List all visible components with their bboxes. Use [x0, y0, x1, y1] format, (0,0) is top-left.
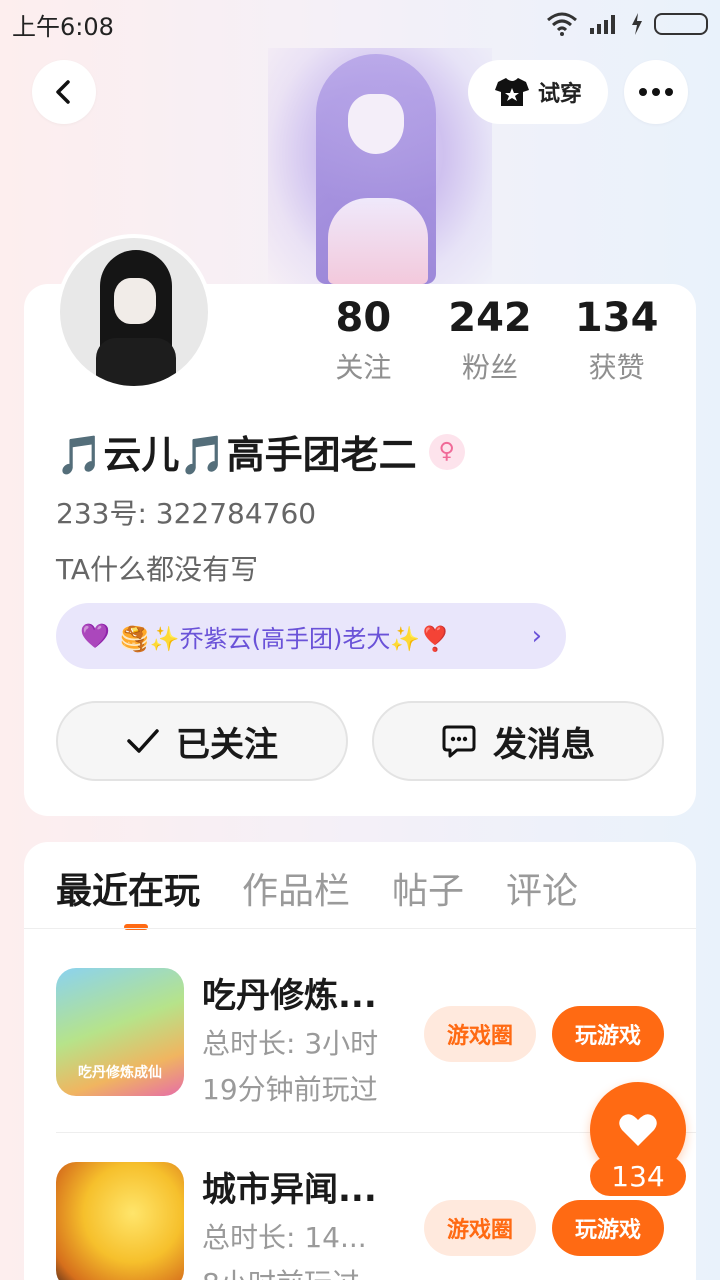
followed-label: 已关注 [176, 724, 278, 765]
stat-value: 80 [335, 295, 392, 341]
stat-followers[interactable]: 242 粉丝 [427, 294, 554, 386]
game-list-item[interactable]: 城市异闻... 总时长: 14... 8小时前玩过 游戏圈 玩游戏 [56, 1162, 676, 1280]
avatar-showcase-image [268, 48, 492, 284]
user-id: 233号: 322784760 [56, 497, 317, 530]
game-thumbnail-caption: 吃丹修炼成仙 [78, 1065, 162, 1081]
content-tabs: 最近在玩 作品栏 帖子 评论 [56, 862, 578, 914]
message-label: 发消息 [493, 724, 595, 765]
game-total-time: 总时长: 14... [202, 1221, 367, 1254]
profile-stats: 80 关注 242 粉丝 134 获赞 [300, 294, 680, 386]
tab-posts[interactable]: 帖子 [392, 862, 464, 914]
more-dots-icon [639, 88, 673, 96]
game-circle-button[interactable]: 游戏圈 [424, 1200, 536, 1256]
username-row: 🎵云儿🎵高手团老二 ♀ [56, 424, 465, 479]
game-title: 城市异闻... [202, 1170, 377, 1210]
game-title: 吃丹修炼... [202, 976, 377, 1016]
wifi-icon [547, 12, 577, 36]
signal-icon [590, 15, 615, 34]
play-game-button[interactable]: 玩游戏 [552, 1006, 664, 1062]
game-list-item[interactable]: 吃丹修炼成仙 吃丹修炼... 总时长: 3小时 19分钟前玩过 游戏圈 玩游戏 [56, 968, 676, 1108]
status-icons [546, 12, 708, 36]
more-button[interactable] [624, 60, 688, 124]
relationship-text: 🥞✨乔紫云(高手团)老大✨❣️ [119, 624, 451, 653]
username: 🎵云儿🎵高手团老二 [56, 433, 417, 477]
try-on-label: 试穿 [537, 82, 582, 107]
charging-icon [632, 13, 642, 35]
tab-recent-played[interactable]: 最近在玩 [56, 862, 200, 914]
stat-likes[interactable]: 134 获赞 [553, 294, 680, 386]
message-button[interactable]: 发消息 [372, 701, 664, 781]
female-icon: ♀ [428, 433, 465, 470]
game-thumbnail[interactable]: 吃丹修炼成仙 [56, 968, 184, 1096]
back-button[interactable] [32, 60, 96, 124]
avatar[interactable] [56, 234, 212, 390]
stat-following[interactable]: 80 关注 [300, 294, 427, 386]
chevron-right-icon: › [531, 621, 542, 651]
game-circle-button[interactable]: 游戏圈 [424, 1006, 536, 1062]
status-time: 上午6:08 [12, 12, 114, 41]
heart-icon [619, 1114, 657, 1146]
check-icon [127, 729, 159, 753]
game-last-played: 8小时前玩过 [202, 1262, 360, 1280]
chevron-left-icon [56, 80, 70, 104]
game-total-time: 总时长: 3小时 [202, 1027, 379, 1060]
status-bar: 上午6:08 [0, 0, 720, 48]
tshirt-icon [494, 78, 529, 106]
like-count-badge: 134 [590, 1156, 686, 1196]
heart-icon: 💜 [80, 622, 110, 650]
chat-bubble-icon [442, 725, 476, 758]
stat-value: 134 [574, 295, 659, 341]
followed-button[interactable]: 已关注 [56, 701, 348, 781]
battery-icon [654, 13, 708, 35]
tab-works[interactable]: 作品栏 [242, 862, 350, 914]
active-tab-indicator [124, 924, 148, 930]
game-last-played: 19分钟前玩过 [202, 1073, 378, 1106]
play-game-button[interactable]: 玩游戏 [552, 1200, 664, 1256]
user-bio: TA什么都没有写 [56, 553, 259, 586]
stat-value: 242 [448, 295, 532, 341]
divider [24, 928, 696, 929]
stat-label: 关注 [335, 351, 392, 384]
relationship-pill[interactable]: 💜 🥞✨乔紫云(高手团)老大✨❣️ › [56, 603, 566, 669]
try-on-button[interactable]: 试穿 [468, 60, 608, 124]
stat-label: 粉丝 [462, 351, 519, 384]
stat-label: 获赞 [588, 351, 645, 384]
game-thumbnail[interactable] [56, 1162, 184, 1280]
tab-comments[interactable]: 评论 [506, 862, 578, 914]
